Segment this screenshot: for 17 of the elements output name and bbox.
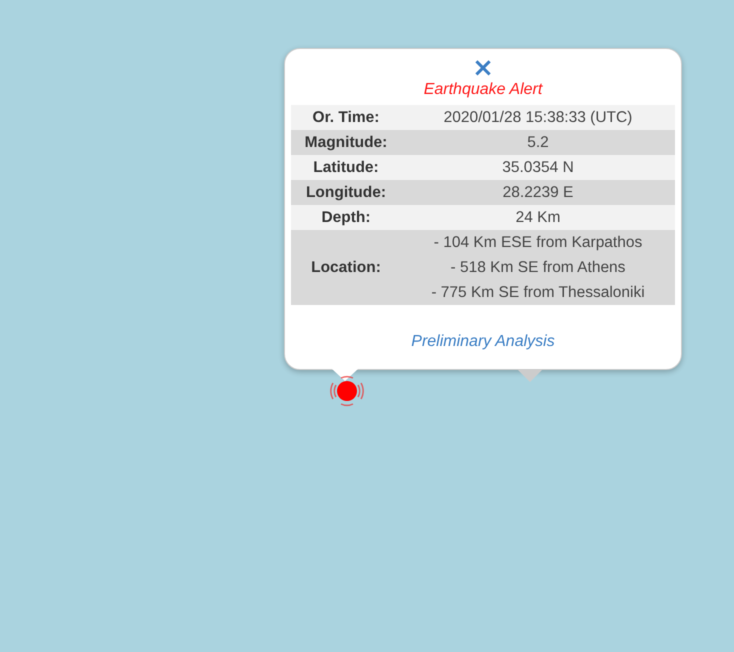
row-value: 35.0354 N bbox=[502, 158, 574, 178]
row-label: Location: bbox=[310, 258, 382, 278]
row-value: - 775 Km SE from Thessaloniki bbox=[431, 283, 645, 303]
row-label: Longitude: bbox=[304, 183, 388, 203]
row-label: Magnitude: bbox=[304, 133, 388, 153]
row-label: Latitude: bbox=[312, 158, 380, 178]
row-value: 24 Km bbox=[516, 208, 560, 228]
row-label: Depth: bbox=[320, 208, 372, 228]
row-value: 5.2 bbox=[527, 133, 549, 153]
row-label: Or. Time: bbox=[312, 108, 380, 128]
analysis-link[interactable]: Preliminary Analysis bbox=[411, 333, 555, 350]
close-button[interactable]: × bbox=[470, 57, 496, 79]
row-value: 28.2239 E bbox=[502, 183, 574, 203]
row-value: - 104 Km ESE from Karpathos bbox=[434, 233, 642, 253]
row-value: - 518 Km SE from Athens bbox=[450, 258, 626, 278]
row-value: 2020/01/28 15:38:33 (UTC) bbox=[444, 108, 632, 128]
alert-title: Earthquake Alert bbox=[422, 80, 544, 100]
